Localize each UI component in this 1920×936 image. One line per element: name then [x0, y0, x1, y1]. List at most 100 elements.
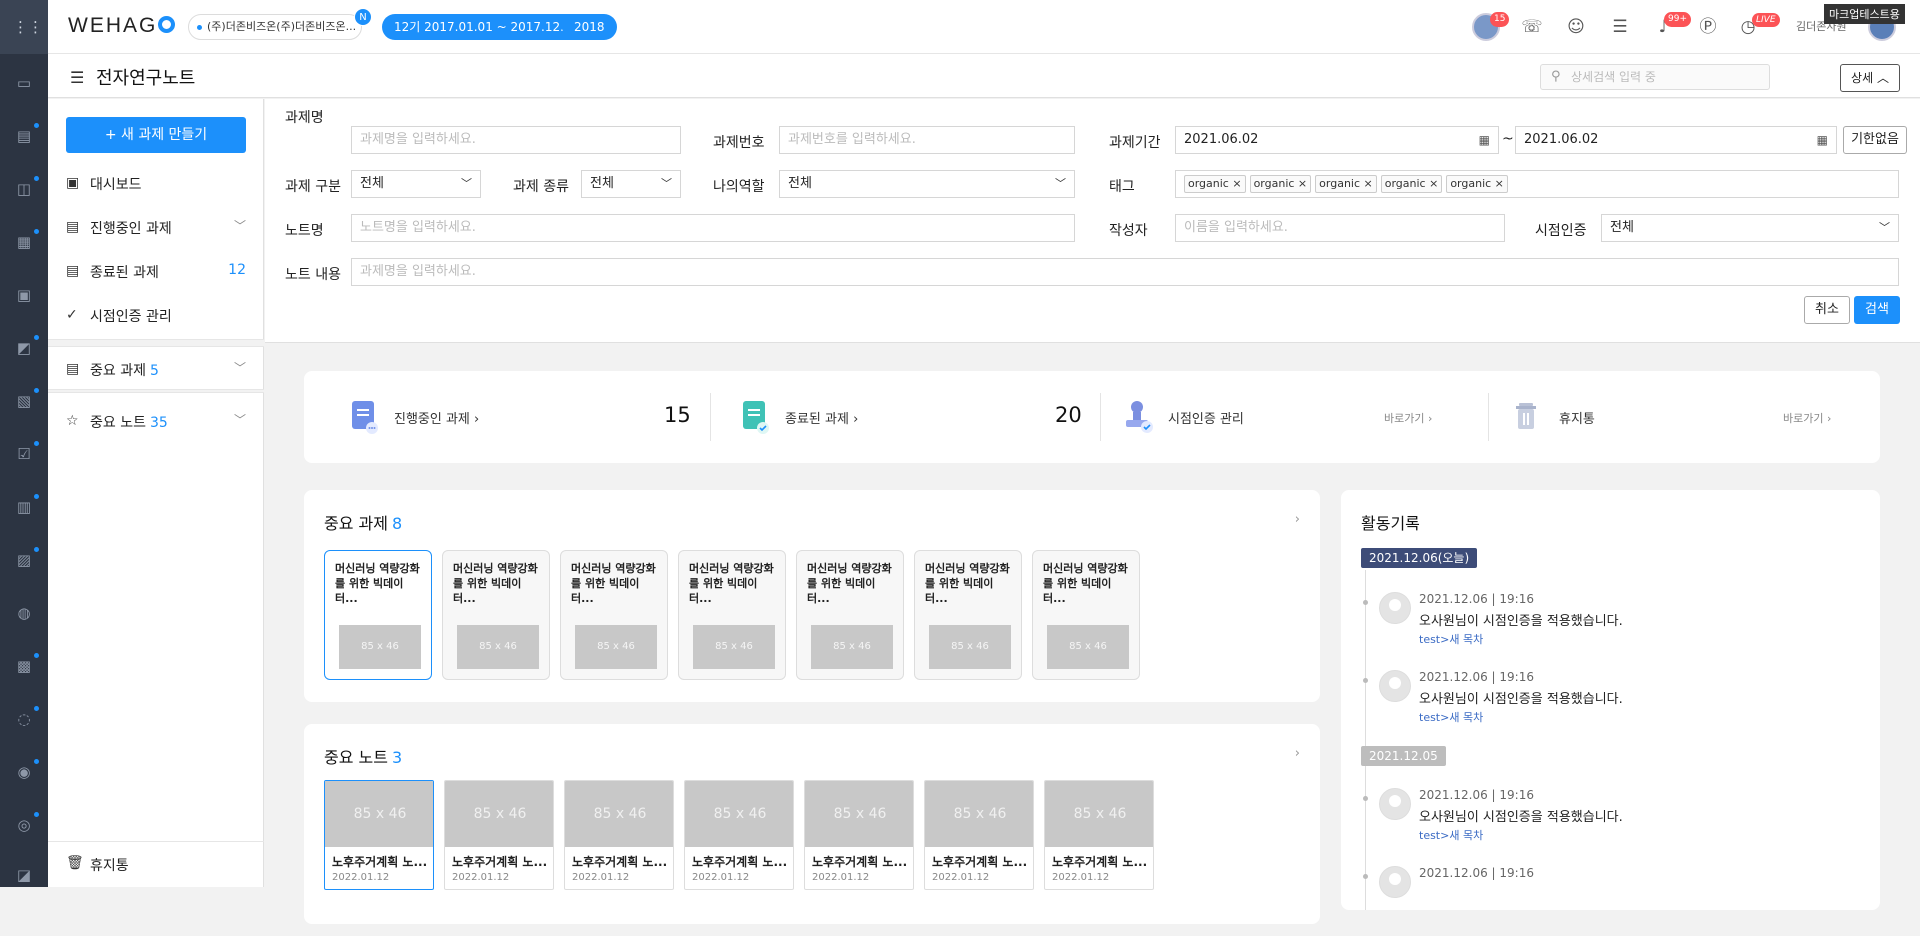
menu-icon[interactable]: ☰	[70, 68, 84, 87]
note-card[interactable]: 85 x 46 노후주거계획 노... 2022.01.12	[324, 780, 434, 890]
detail-toggle-button[interactable]: 상세 ︿	[1840, 64, 1900, 92]
trash-go-link[interactable]: 바로가기 ›	[1783, 410, 1831, 426]
trash-icon: 🗑	[66, 855, 84, 871]
rail-app-mail-icon[interactable]: ◫	[13, 176, 39, 200]
note-name-input[interactable]: 노트명을 입력하세요.	[351, 214, 1075, 242]
sidebar-divider	[48, 339, 264, 347]
stat-trash[interactable]: 휴지통 바로가기 ›	[1489, 371, 1880, 463]
tag-chip[interactable]: organic ×	[1184, 174, 1246, 193]
rail-app-search-person-icon[interactable]: ◎	[13, 812, 39, 836]
messenger-icon[interactable]: ☺	[1564, 15, 1588, 39]
chevron-right-icon[interactable]: ›	[1295, 512, 1300, 527]
activity-link[interactable]: test>새 목차	[1419, 709, 1483, 725]
sidebar-item-important-notes[interactable]: ☆ 중요 노트 35 ﹀	[48, 401, 264, 441]
task-card[interactable]: 머신러닝 역량강화를 위한 빅데이터... 85 x 46	[1032, 550, 1140, 680]
rail-app-chart-icon[interactable]: ◩	[13, 335, 39, 359]
search-button[interactable]: 검색	[1854, 296, 1900, 324]
note-card[interactable]: 85 x 46 노후주거계획 노... 2022.01.12	[924, 780, 1034, 890]
fiscal-period-pill[interactable]: 12기 2017.01.01 ~ 2017.12.31	[382, 14, 592, 40]
activity-item: 2021.12.06 | 19:16 오사원님이 시점인증을 적용했습니다. t…	[1341, 670, 1861, 740]
stat-finished[interactable]: 종료된 과제 › 20	[699, 371, 1094, 463]
sidebar-item-cert[interactable]: ✓ 시점인증 관리	[48, 295, 264, 335]
activity-link[interactable]: test>새 목차	[1419, 827, 1483, 843]
tag-chip[interactable]: organic ×	[1249, 174, 1312, 193]
sidebar-item-ongoing[interactable]: ▤ 진행중인 과제 ﹀	[48, 207, 264, 247]
rail-app-globe-icon[interactable]: ◍	[13, 602, 35, 624]
chevron-right-icon[interactable]: ›	[1295, 746, 1300, 761]
author-input[interactable]: 이름을 입력하세요.	[1175, 214, 1505, 242]
rail-app-sms-icon[interactable]: ◌	[13, 706, 39, 730]
task-card[interactable]: 머신러닝 역량강화를 위한 빅데이터... 85 x 46	[560, 550, 668, 680]
note-card[interactable]: 85 x 46 노후주거계획 노... 2022.01.12	[444, 780, 554, 890]
year-pill[interactable]: 2018	[562, 14, 617, 40]
app-grid-button[interactable]: ⋮⋮⋮	[0, 0, 58, 54]
markup-test-label: 마크업테스트용	[1824, 4, 1905, 24]
user-avatar-icon	[1379, 592, 1411, 624]
rail-app-person-icon[interactable]: ◉	[13, 759, 39, 783]
page-header: ☰ 전자연구노트 ⚲ 상세검색 입력 중 상세 ︿	[48, 54, 1920, 98]
rail-app-doc-icon[interactable]: ▧	[13, 388, 39, 412]
rail-app-settings-doc-icon[interactable]: ▨	[13, 547, 39, 571]
task-no-input[interactable]: 과제번호를 입력하세요.	[779, 126, 1075, 154]
video-call-icon[interactable]: ☏	[1520, 15, 1544, 39]
sidebar-item-important-tasks[interactable]: ▤ 중요 과제 5 ﹀	[48, 349, 264, 389]
note-content-input[interactable]: 과제명을 입력하세요.	[351, 258, 1899, 286]
date-to-input[interactable]: 2021.06.02 ▦	[1515, 126, 1837, 154]
rail-app-text-icon[interactable]: ▤	[13, 123, 39, 147]
task-card[interactable]: 머신러닝 역량강화를 위한 빅데이터... 85 x 46	[678, 550, 786, 680]
note-card[interactable]: 85 x 46 노후주거계획 노... 2022.01.12	[564, 780, 674, 890]
task-type-select[interactable]: 전체 ﹀	[351, 170, 481, 198]
tag-input[interactable]: organic × organic × organic × organic × orga…	[1175, 170, 1899, 198]
tag-chip[interactable]: organic ×	[1380, 174, 1443, 193]
date-label: 2021.12.05	[1361, 746, 1446, 766]
rail-app-board-icon[interactable]: ▦	[13, 229, 39, 253]
tag-chip[interactable]: organic ×	[1446, 174, 1508, 193]
ongoing-task-icon: ▤	[66, 219, 80, 235]
note-card[interactable]: 85 x 46 노후주거계획 노... 2022.01.12	[684, 780, 794, 890]
rail-app-file-icon[interactable]: ▥	[13, 494, 39, 518]
no-limit-button[interactable]: 기한없음	[1843, 126, 1907, 154]
new-task-button[interactable]: + 새 과제 만들기	[66, 117, 246, 153]
date-label-today: 2021.12.06(오늘)	[1361, 548, 1478, 568]
finished-task-icon: ▤	[66, 263, 80, 279]
wehago-logo[interactable]: WEHAG	[68, 14, 176, 38]
activity-item: 2021.12.06 | 19:16 오사원님이 시점인증을 적용했습니다. t…	[1341, 788, 1861, 858]
sidebar-item-finished[interactable]: ▤ 종료된 과제 12	[48, 251, 264, 291]
cert-go-link[interactable]: 바로가기 ›	[1384, 410, 1432, 426]
sidebar-item-dashboard[interactable]: ▣ 대시보드	[48, 163, 264, 203]
tag-chip[interactable]: organic ×	[1315, 174, 1377, 193]
cancel-button[interactable]: 취소	[1804, 296, 1850, 324]
task-card[interactable]: 머신러닝 역량강화를 위한 빅데이터... 85 x 46	[442, 550, 550, 680]
rail-app-notebook-icon[interactable]: ▭	[13, 72, 35, 94]
stat-cert[interactable]: 시점인증 관리 바로가기 ›	[1094, 371, 1489, 463]
task-card[interactable]: 머신러닝 역량강화를 위한 빅데이터... 85 x 46	[796, 550, 904, 680]
finished-doc-icon	[743, 401, 769, 434]
task-name-input[interactable]: 과제명을 입력하세요.	[351, 126, 681, 154]
rail-app-card-icon[interactable]: ▣	[13, 284, 35, 306]
notes-icon[interactable]: ☰	[1608, 15, 1632, 39]
sidebar-item-trash[interactable]: 🗑 휴지통	[48, 841, 264, 887]
rail-app-building-icon[interactable]: ▩	[13, 653, 39, 677]
my-role-select[interactable]: 전체 ﹀	[779, 170, 1075, 198]
trash-label: 휴지통	[90, 858, 129, 874]
task-card[interactable]: 머신러닝 역량강화를 위한 빅데이터... 85 x 46	[914, 550, 1022, 680]
task-card[interactable]: 머신러닝 역량강화를 위한 빅데이터... 85 x 46	[324, 550, 432, 680]
trash-label-stat: 휴지통	[1559, 412, 1595, 427]
user-avatar-icon	[1379, 670, 1411, 702]
date-from-input[interactable]: 2021.06.02 ▦	[1175, 126, 1499, 154]
company-selector[interactable]: (주)더존비즈온(주)더존비즈온...	[188, 14, 362, 40]
my-role-label: 나의역할	[713, 179, 765, 195]
activity-link[interactable]: test>새 목차	[1419, 631, 1483, 647]
rail-app-check-icon[interactable]: ☑	[13, 441, 39, 465]
activity-log-card: 활동기록 2021.12.06(오늘) 2021.12.06 | 19:16 오…	[1341, 490, 1880, 910]
detail-search-input[interactable]: ⚲ 상세검색 입력 중	[1540, 64, 1770, 90]
note-card[interactable]: 85 x 46 노후주거계획 노... 2022.01.12	[804, 780, 914, 890]
cert-select[interactable]: 전체 ﹀	[1601, 214, 1899, 242]
finished-count: 20	[1055, 403, 1082, 427]
note-card[interactable]: 85 x 46 노후주거계획 노... 2022.01.12	[1044, 780, 1154, 890]
rail-app-chart2-icon[interactable]: ◪	[13, 864, 35, 886]
stat-ongoing[interactable]: 진행중인 과제 › 15	[304, 371, 699, 463]
important-notes-title: 중요 노트 3	[324, 748, 403, 767]
task-kind-select[interactable]: 전체 ﹀	[581, 170, 681, 198]
point-icon[interactable]: Ⓟ	[1696, 15, 1720, 39]
